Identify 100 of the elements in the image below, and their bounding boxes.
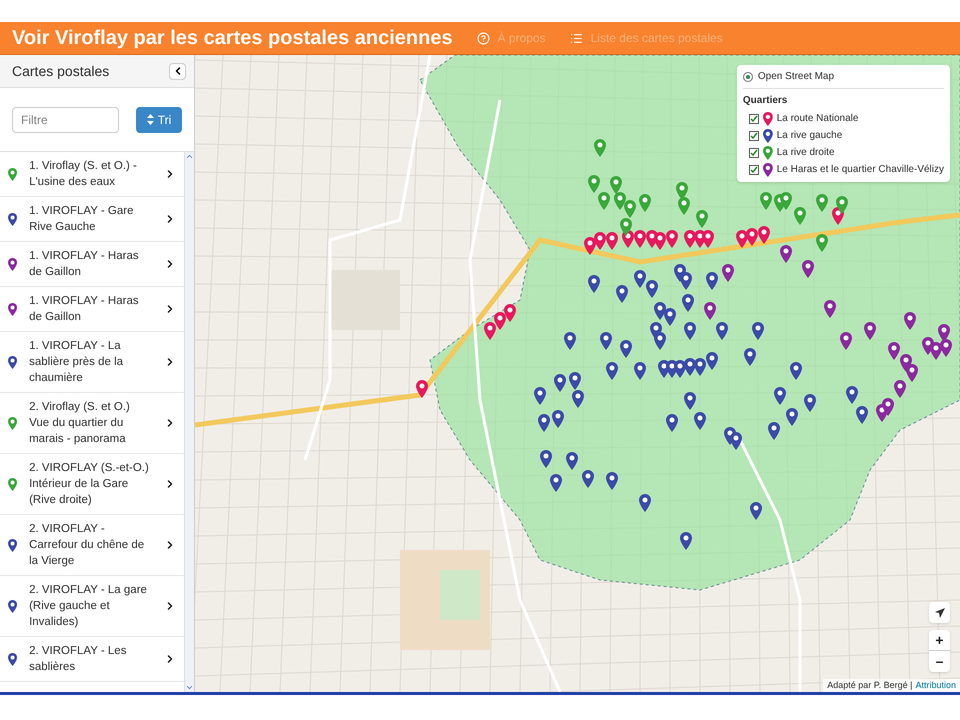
map-pin[interactable]: [746, 228, 758, 246]
map-pin[interactable]: [758, 226, 770, 244]
map-pin[interactable]: [566, 452, 578, 470]
map-pin[interactable]: [722, 264, 734, 282]
checkbox[interactable]: [748, 164, 759, 174]
zoom-in-button[interactable]: +: [929, 630, 950, 651]
map-pin[interactable]: [706, 272, 718, 290]
map-pin[interactable]: [654, 332, 666, 350]
map-pin[interactable]: [752, 322, 764, 340]
map-pin[interactable]: [774, 387, 786, 405]
attribution-link[interactable]: Attribution: [915, 678, 956, 692]
map-pin[interactable]: [750, 502, 762, 520]
map-pin[interactable]: [694, 358, 706, 376]
overlay-option[interactable]: Le Haras et le quartier Chaville-Vélizy: [742, 161, 944, 178]
map-pin[interactable]: [802, 260, 814, 278]
map-pin[interactable]: [634, 362, 646, 380]
map-pin[interactable]: [856, 406, 868, 424]
map-pin[interactable]: [634, 270, 646, 288]
filter-field[interactable]: Filtre: [12, 106, 119, 132]
map-pin[interactable]: [666, 230, 678, 248]
map-pin[interactable]: [888, 342, 900, 360]
map-pin[interactable]: [730, 432, 742, 450]
map-pin[interactable]: [840, 332, 852, 350]
map-pin[interactable]: [716, 322, 728, 340]
sort-button[interactable]: Tri: [136, 106, 182, 132]
map-pin[interactable]: [930, 342, 942, 360]
map-pin[interactable]: [504, 304, 516, 322]
map-pin[interactable]: [786, 408, 798, 426]
map-pin[interactable]: [682, 294, 694, 312]
map-pin[interactable]: [584, 237, 596, 255]
map-pin[interactable]: [824, 300, 836, 318]
map-pin[interactable]: [540, 450, 552, 468]
map-pin[interactable]: [804, 394, 816, 412]
map-pin[interactable]: [906, 364, 918, 382]
scroll-down-icon[interactable]: [185, 683, 194, 692]
map-pin[interactable]: [702, 230, 714, 248]
map-pin[interactable]: [674, 360, 686, 378]
map-pin[interactable]: [768, 422, 780, 440]
checkbox[interactable]: [748, 114, 759, 124]
map-pin[interactable]: [606, 472, 618, 490]
map-pin[interactable]: [616, 285, 628, 303]
map-pin[interactable]: [736, 230, 748, 248]
map-pin[interactable]: [550, 474, 562, 492]
map-pin[interactable]: [780, 245, 792, 263]
locate-button[interactable]: [929, 602, 950, 623]
map-pin[interactable]: [684, 230, 696, 248]
map-pin[interactable]: [594, 232, 606, 250]
map-pin[interactable]: [552, 410, 564, 428]
map-pin[interactable]: [864, 322, 876, 340]
map-pin[interactable]: [684, 322, 696, 340]
map-pin[interactable]: [904, 312, 916, 330]
map-pin[interactable]: [666, 414, 678, 432]
zoom-out-button[interactable]: –: [929, 651, 950, 672]
checkbox[interactable]: [748, 148, 759, 158]
attribution-text: Adapté par P. Bergé |: [827, 678, 912, 692]
map-pin[interactable]: [639, 494, 651, 512]
map-pin[interactable]: [940, 339, 952, 357]
map-pin[interactable]: [664, 308, 676, 326]
map-pin[interactable]: [846, 386, 858, 404]
map-pin[interactable]: [534, 387, 546, 405]
postcard-title: 1. VIROFLAY - La sablière près de la chaumière: [29, 339, 124, 386]
map-pin[interactable]: [706, 352, 718, 370]
map-pin[interactable]: [790, 362, 802, 380]
map-pin[interactable]: [680, 532, 692, 550]
map-pin[interactable]: [654, 302, 666, 320]
map-pin[interactable]: [704, 302, 716, 320]
map-pin[interactable]: [554, 374, 566, 392]
map-pin[interactable]: [606, 232, 618, 250]
map-pin[interactable]: [836, 196, 848, 214]
map-pin[interactable]: [494, 312, 506, 330]
map-pin[interactable]: [654, 232, 666, 250]
map-pin[interactable]: [564, 332, 576, 350]
map-pin[interactable]: [572, 390, 584, 408]
map-pin[interactable]: [684, 358, 696, 376]
map-pin[interactable]: [582, 470, 594, 488]
overlay-option[interactable]: La rive droite: [742, 144, 944, 161]
map-pin[interactable]: [894, 380, 906, 398]
map-pin[interactable]: [538, 414, 550, 432]
map-pin[interactable]: [634, 230, 646, 248]
map-pin[interactable]: [569, 372, 581, 390]
map-pin[interactable]: [416, 380, 428, 398]
map-pin[interactable]: [606, 362, 618, 380]
map-pin[interactable]: [484, 322, 496, 340]
checkbox[interactable]: [748, 130, 759, 140]
overlay-option[interactable]: La route Nationale: [742, 110, 944, 127]
map-pin[interactable]: [882, 398, 894, 416]
overlay-option[interactable]: La rive gauche: [742, 127, 944, 144]
map-pin[interactable]: [744, 348, 756, 366]
radio-button[interactable]: [742, 72, 753, 82]
map-pin[interactable]: [588, 275, 600, 293]
map-pin[interactable]: [620, 340, 632, 358]
map-pin[interactable]: [620, 218, 632, 236]
map-pin[interactable]: [684, 392, 696, 410]
map-pin[interactable]: [680, 272, 692, 290]
scroll-up-icon[interactable]: [185, 152, 194, 161]
map-pin[interactable]: [694, 412, 706, 430]
map-pin[interactable]: [600, 332, 612, 350]
map-pin[interactable]: [646, 280, 658, 298]
base-layer-option[interactable]: Open Street Map: [742, 69, 944, 89]
collapse-button[interactable]: [169, 62, 186, 80]
